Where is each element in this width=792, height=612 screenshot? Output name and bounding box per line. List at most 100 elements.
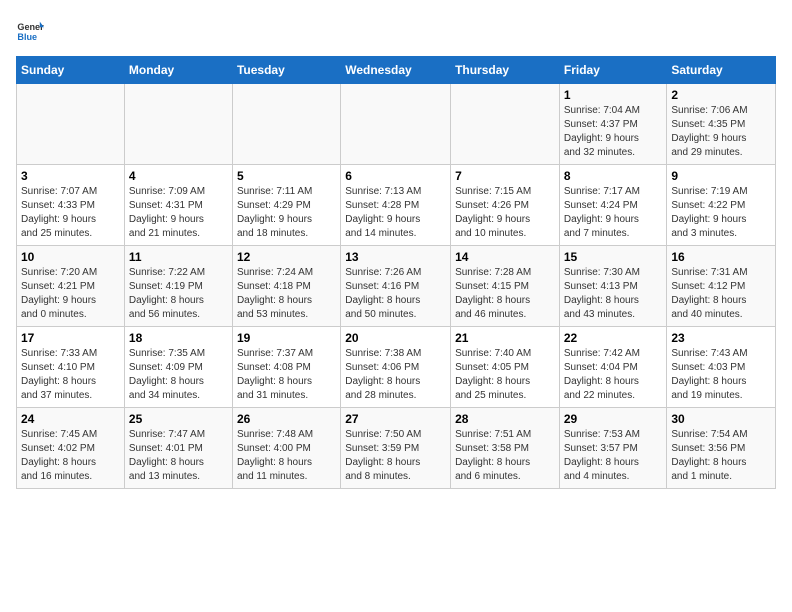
day-cell: 23 Sunrise: 7:43 AM Sunset: 4:03 PM Dayli… [667, 327, 776, 408]
day-number: 16 [671, 250, 771, 264]
day-cell: 6 Sunrise: 7:13 AM Sunset: 4:28 PM Daylig… [341, 165, 451, 246]
day-cell: 1 Sunrise: 7:04 AM Sunset: 4:37 PM Daylig… [559, 84, 667, 165]
header: General Blue [16, 16, 776, 44]
day-cell: 8 Sunrise: 7:17 AM Sunset: 4:24 PM Daylig… [559, 165, 667, 246]
day-cell: 14 Sunrise: 7:28 AM Sunset: 4:15 PM Dayli… [451, 246, 560, 327]
day-info: Sunrise: 7:33 AM Sunset: 4:10 PM Dayligh… [21, 347, 120, 403]
day-info: Sunrise: 7:20 AM Sunset: 4:21 PM Dayligh… [21, 266, 120, 322]
day-info: Sunrise: 7:15 AM Sunset: 4:26 PM Dayligh… [455, 185, 555, 241]
day-info: Sunrise: 7:53 AM Sunset: 3:57 PM Dayligh… [564, 428, 663, 484]
day-cell: 2 Sunrise: 7:06 AM Sunset: 4:35 PM Daylig… [667, 84, 776, 165]
day-cell: 22Sunrise: 7:42 AM Sunset: 4:04 PM Dayli… [559, 327, 667, 408]
day-cell: 13 Sunrise: 7:26 AM Sunset: 4:16 PM Dayli… [341, 246, 451, 327]
day-info: Sunrise: 7:31 AM Sunset: 4:12 PM Dayligh… [671, 266, 771, 322]
day-number: 9 [671, 169, 771, 183]
day-info: Sunrise: 7:38 AM Sunset: 4:06 PM Dayligh… [345, 347, 446, 403]
day-number: 17 [21, 331, 120, 345]
day-cell [341, 84, 451, 165]
svg-text:Blue: Blue [17, 32, 37, 42]
logo: General Blue [16, 16, 44, 44]
day-info: Sunrise: 7:28 AM Sunset: 4:15 PM Dayligh… [455, 266, 555, 322]
week-row-2: 3 Sunrise: 7:07 AM Sunset: 4:33 PM Daylig… [17, 165, 776, 246]
day-cell: 15Sunrise: 7:30 AM Sunset: 4:13 PM Dayli… [559, 246, 667, 327]
day-info: Sunrise: 7:06 AM Sunset: 4:35 PM Dayligh… [671, 104, 771, 160]
day-info: Sunrise: 7:04 AM Sunset: 4:37 PM Dayligh… [564, 104, 663, 160]
day-number: 5 [237, 169, 336, 183]
day-info: Sunrise: 7:26 AM Sunset: 4:16 PM Dayligh… [345, 266, 446, 322]
logo-icon: General Blue [16, 16, 44, 44]
day-info: Sunrise: 7:43 AM Sunset: 4:03 PM Dayligh… [671, 347, 771, 403]
day-info: Sunrise: 7:47 AM Sunset: 4:01 PM Dayligh… [129, 428, 228, 484]
week-row-3: 10Sunrise: 7:20 AM Sunset: 4:21 PM Dayli… [17, 246, 776, 327]
day-cell: 30 Sunrise: 7:54 AM Sunset: 3:56 PM Dayli… [667, 408, 776, 489]
day-info: Sunrise: 7:13 AM Sunset: 4:28 PM Dayligh… [345, 185, 446, 241]
day-number: 1 [564, 88, 663, 102]
col-header-saturday: Saturday [667, 57, 776, 84]
day-cell: 3 Sunrise: 7:07 AM Sunset: 4:33 PM Daylig… [17, 165, 125, 246]
day-info: Sunrise: 7:40 AM Sunset: 4:05 PM Dayligh… [455, 347, 555, 403]
day-number: 2 [671, 88, 771, 102]
day-info: Sunrise: 7:24 AM Sunset: 4:18 PM Dayligh… [237, 266, 336, 322]
day-number: 19 [237, 331, 336, 345]
day-cell: 26 Sunrise: 7:48 AM Sunset: 4:00 PM Dayli… [232, 408, 340, 489]
day-number: 21 [455, 331, 555, 345]
day-number: 13 [345, 250, 446, 264]
day-number: 23 [671, 331, 771, 345]
day-info: Sunrise: 7:54 AM Sunset: 3:56 PM Dayligh… [671, 428, 771, 484]
col-header-wednesday: Wednesday [341, 57, 451, 84]
day-number: 7 [455, 169, 555, 183]
day-cell: 12 Sunrise: 7:24 AM Sunset: 4:18 PM Dayli… [232, 246, 340, 327]
day-number: 29 [564, 412, 663, 426]
day-number: 3 [21, 169, 120, 183]
col-header-sunday: Sunday [17, 57, 125, 84]
day-cell [17, 84, 125, 165]
day-info: Sunrise: 7:48 AM Sunset: 4:00 PM Dayligh… [237, 428, 336, 484]
col-header-monday: Monday [124, 57, 232, 84]
day-cell: 19 Sunrise: 7:37 AM Sunset: 4:08 PM Dayli… [232, 327, 340, 408]
day-cell: 25 Sunrise: 7:47 AM Sunset: 4:01 PM Dayli… [124, 408, 232, 489]
day-cell: 21 Sunrise: 7:40 AM Sunset: 4:05 PM Dayli… [451, 327, 560, 408]
day-cell: 17 Sunrise: 7:33 AM Sunset: 4:10 PM Dayli… [17, 327, 125, 408]
day-info: Sunrise: 7:45 AM Sunset: 4:02 PM Dayligh… [21, 428, 120, 484]
day-number: 22 [564, 331, 663, 345]
col-header-friday: Friday [559, 57, 667, 84]
day-cell: 29 Sunrise: 7:53 AM Sunset: 3:57 PM Dayli… [559, 408, 667, 489]
day-number: 8 [564, 169, 663, 183]
week-row-5: 24 Sunrise: 7:45 AM Sunset: 4:02 PM Dayli… [17, 408, 776, 489]
col-header-thursday: Thursday [451, 57, 560, 84]
day-number: 24 [21, 412, 120, 426]
col-header-tuesday: Tuesday [232, 57, 340, 84]
day-cell: 16 Sunrise: 7:31 AM Sunset: 4:12 PM Dayli… [667, 246, 776, 327]
day-info: Sunrise: 7:50 AM Sunset: 3:59 PM Dayligh… [345, 428, 446, 484]
day-number: 25 [129, 412, 228, 426]
day-cell: 9 Sunrise: 7:19 AM Sunset: 4:22 PM Daylig… [667, 165, 776, 246]
day-info: Sunrise: 7:51 AM Sunset: 3:58 PM Dayligh… [455, 428, 555, 484]
day-cell [451, 84, 560, 165]
day-number: 12 [237, 250, 336, 264]
day-info: Sunrise: 7:17 AM Sunset: 4:24 PM Dayligh… [564, 185, 663, 241]
calendar-table: SundayMondayTuesdayWednesdayThursdayFrid… [16, 56, 776, 489]
day-number: 27 [345, 412, 446, 426]
day-info: Sunrise: 7:09 AM Sunset: 4:31 PM Dayligh… [129, 185, 228, 241]
day-info: Sunrise: 7:35 AM Sunset: 4:09 PM Dayligh… [129, 347, 228, 403]
day-info: Sunrise: 7:19 AM Sunset: 4:22 PM Dayligh… [671, 185, 771, 241]
day-cell [232, 84, 340, 165]
day-cell: 5 Sunrise: 7:11 AM Sunset: 4:29 PM Daylig… [232, 165, 340, 246]
week-row-4: 17 Sunrise: 7:33 AM Sunset: 4:10 PM Dayli… [17, 327, 776, 408]
day-info: Sunrise: 7:07 AM Sunset: 4:33 PM Dayligh… [21, 185, 120, 241]
day-number: 30 [671, 412, 771, 426]
day-number: 4 [129, 169, 228, 183]
day-cell: 10Sunrise: 7:20 AM Sunset: 4:21 PM Dayli… [17, 246, 125, 327]
day-number: 20 [345, 331, 446, 345]
day-number: 26 [237, 412, 336, 426]
day-info: Sunrise: 7:22 AM Sunset: 4:19 PM Dayligh… [129, 266, 228, 322]
day-info: Sunrise: 7:30 AM Sunset: 4:13 PM Dayligh… [564, 266, 663, 322]
day-cell: 11 Sunrise: 7:22 AM Sunset: 4:19 PM Dayli… [124, 246, 232, 327]
day-cell: 20 Sunrise: 7:38 AM Sunset: 4:06 PM Dayli… [341, 327, 451, 408]
day-number: 6 [345, 169, 446, 183]
day-number: 11 [129, 250, 228, 264]
day-info: Sunrise: 7:11 AM Sunset: 4:29 PM Dayligh… [237, 185, 336, 241]
day-info: Sunrise: 7:37 AM Sunset: 4:08 PM Dayligh… [237, 347, 336, 403]
day-number: 14 [455, 250, 555, 264]
day-cell: 4 Sunrise: 7:09 AM Sunset: 4:31 PM Daylig… [124, 165, 232, 246]
